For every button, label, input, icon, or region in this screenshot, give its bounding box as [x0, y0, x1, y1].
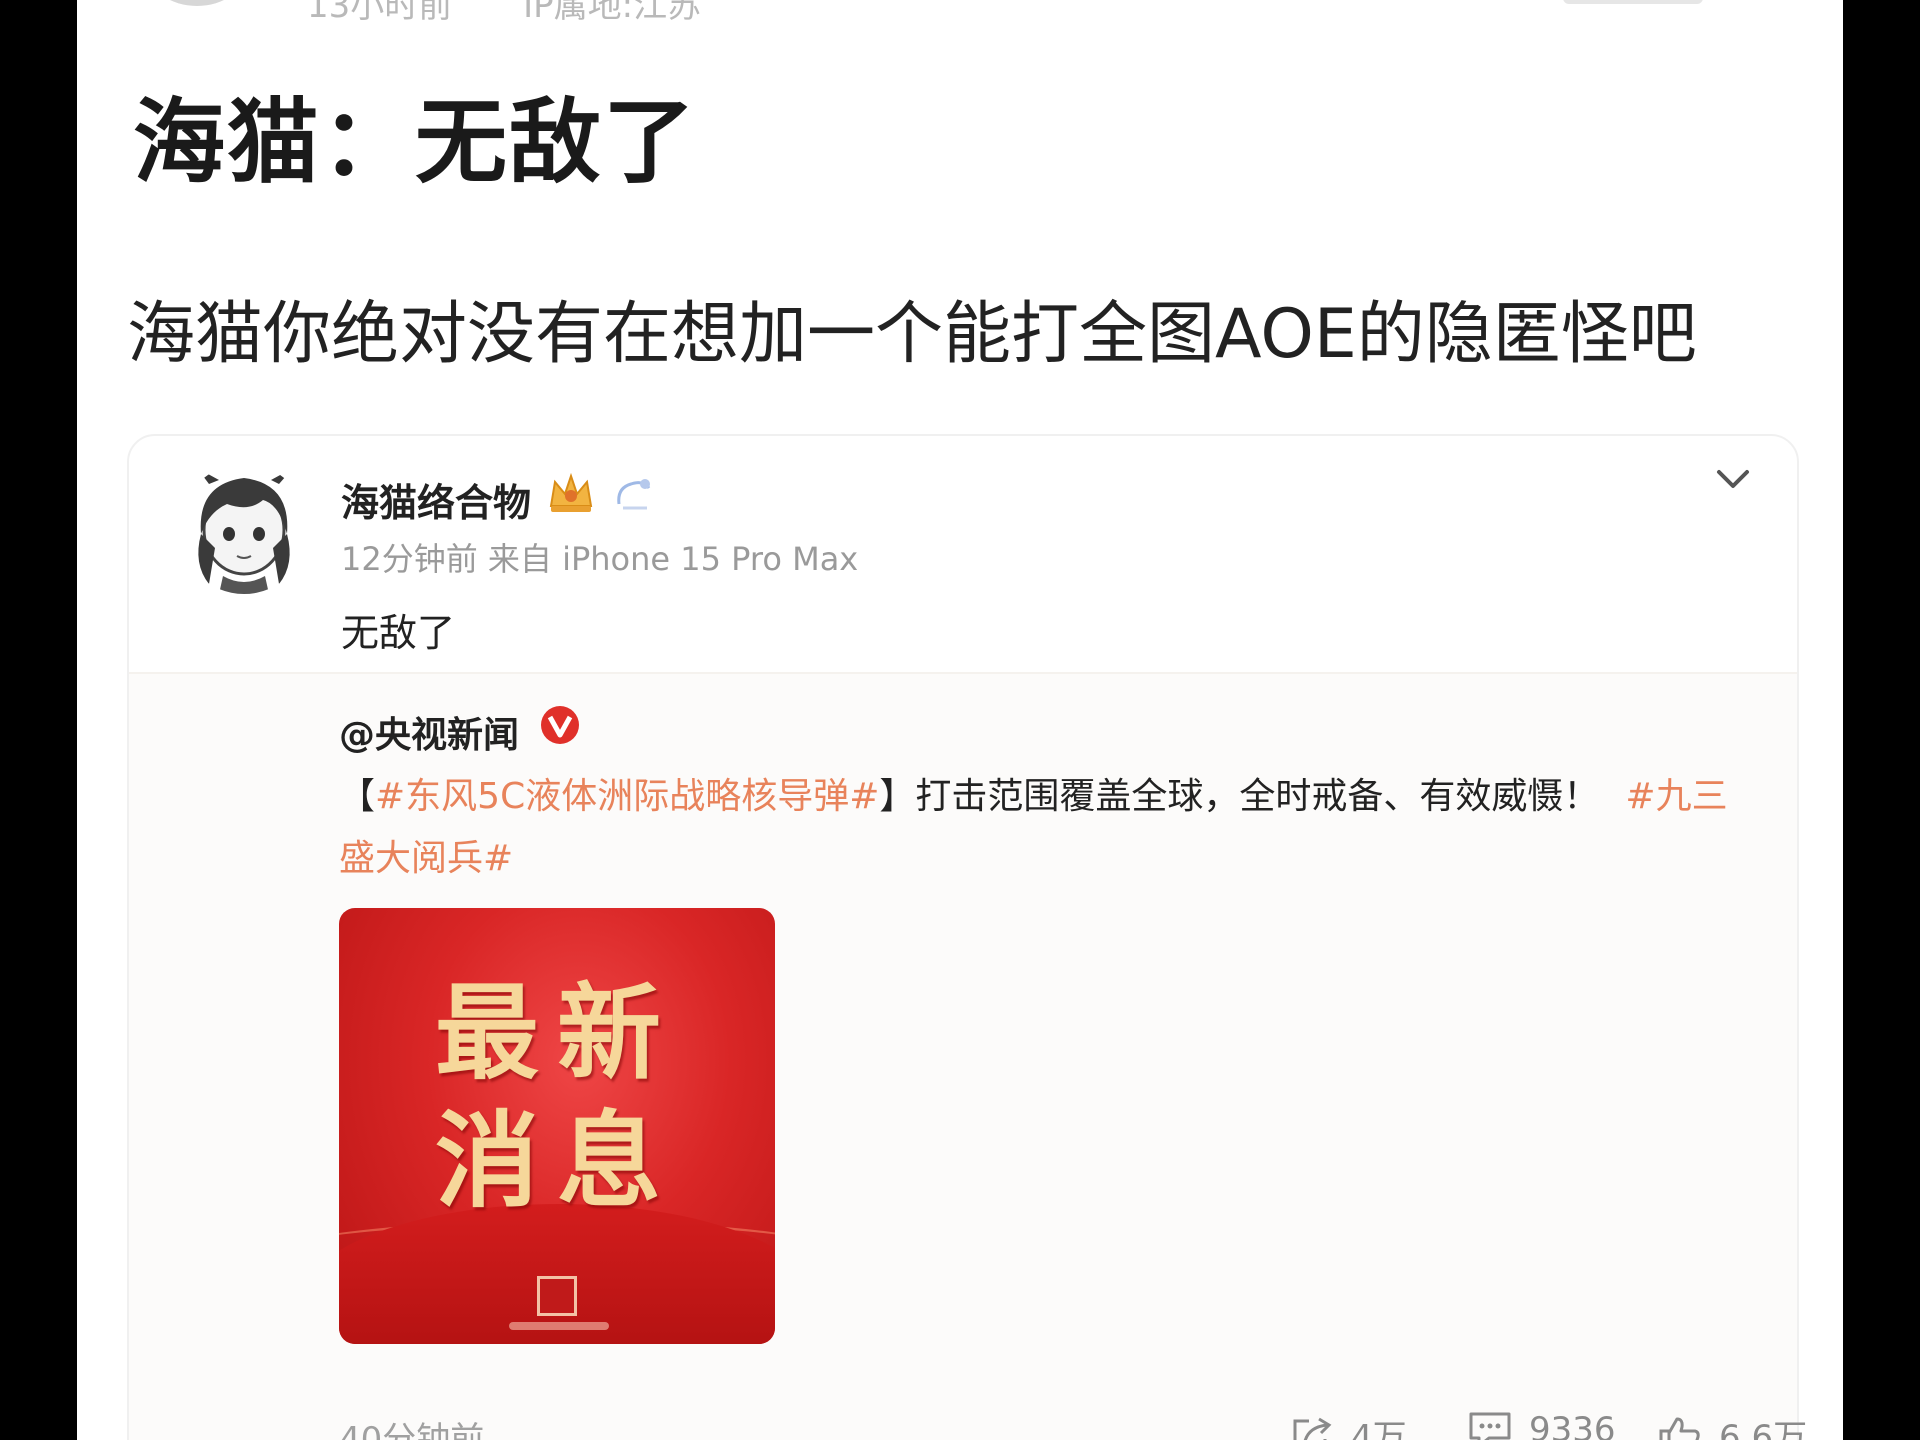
share-icon	[1293, 1417, 1332, 1440]
bracket-open: 【	[339, 776, 376, 817]
chevron-down-icon[interactable]	[1711, 460, 1755, 500]
post-time: 13小时前	[307, 0, 453, 26]
verified-v-icon	[541, 706, 579, 744]
fan-badge-icon	[617, 479, 651, 510]
repost-user-name[interactable]: @央视新闻	[339, 706, 519, 758]
comment-button[interactable]: 9336	[1467, 1410, 1616, 1440]
comment-count: 9336	[1529, 1410, 1616, 1440]
share-count: 4万	[1351, 1418, 1407, 1440]
repost-time: 40分钟前	[339, 1420, 485, 1440]
comment-icon	[1469, 1412, 1511, 1440]
like-count: 6.6万	[1719, 1418, 1808, 1440]
bracket-close: 】	[879, 776, 916, 817]
repost-text: 【#东风5C液体洲际战略核导弹#】打击范围覆盖全球，全时戒备、有效威慑！ #九三盛…	[339, 766, 1739, 890]
vip-crown-icon	[549, 472, 593, 512]
image-watermark	[509, 1322, 609, 1330]
post-text: 无敌了	[341, 611, 456, 655]
share-button[interactable]: 4万	[1289, 1410, 1407, 1440]
post-page: 13小时前 IP属地:江苏 海猫：无敌了 海猫你绝对没有在想加一个能打全图AOE…	[77, 0, 1843, 1440]
poster-avatar[interactable]	[147, 0, 247, 6]
like-button[interactable]: 6.6万	[1657, 1410, 1807, 1440]
post-meta: 13小时前 IP属地:江苏	[307, 0, 701, 27]
repost-main-text: 打击范围覆盖全球，全时戒备、有效威慑！	[915, 776, 1600, 817]
image-text-line2: 消息	[434, 1099, 679, 1222]
follow-button[interactable]	[1563, 0, 1703, 4]
post-ip-location: IP属地:江苏	[523, 0, 702, 26]
post-title: 海猫：无敌了	[133, 89, 698, 196]
cctv-news-logo	[537, 1276, 577, 1316]
thumbs-up-icon	[1659, 1417, 1700, 1440]
post-body: 海猫你绝对没有在想加一个能打全图AOE的隐匿怪吧	[127, 295, 1697, 374]
user-avatar[interactable]	[179, 464, 309, 594]
embedded-weibo-card[interactable]: 海猫络合物 12分钟前 来自 iPhone 15 Pro Max 无敌了 @央视…	[127, 434, 1807, 1440]
reposted-weibo[interactable]: @央视新闻 【#东风5C液体洲际战略核导弹#】打击范围覆盖全球，全时戒备、有效威…	[129, 672, 1807, 1440]
user-name[interactable]: 海猫络合物	[341, 472, 531, 527]
post-time-source: 12分钟前 来自 iPhone 15 Pro Max	[341, 540, 859, 578]
news-image[interactable]: 最新 消息	[339, 908, 775, 1344]
topic-tag-dongfeng[interactable]: #东风5C液体洲际战略核导弹#	[375, 776, 879, 817]
